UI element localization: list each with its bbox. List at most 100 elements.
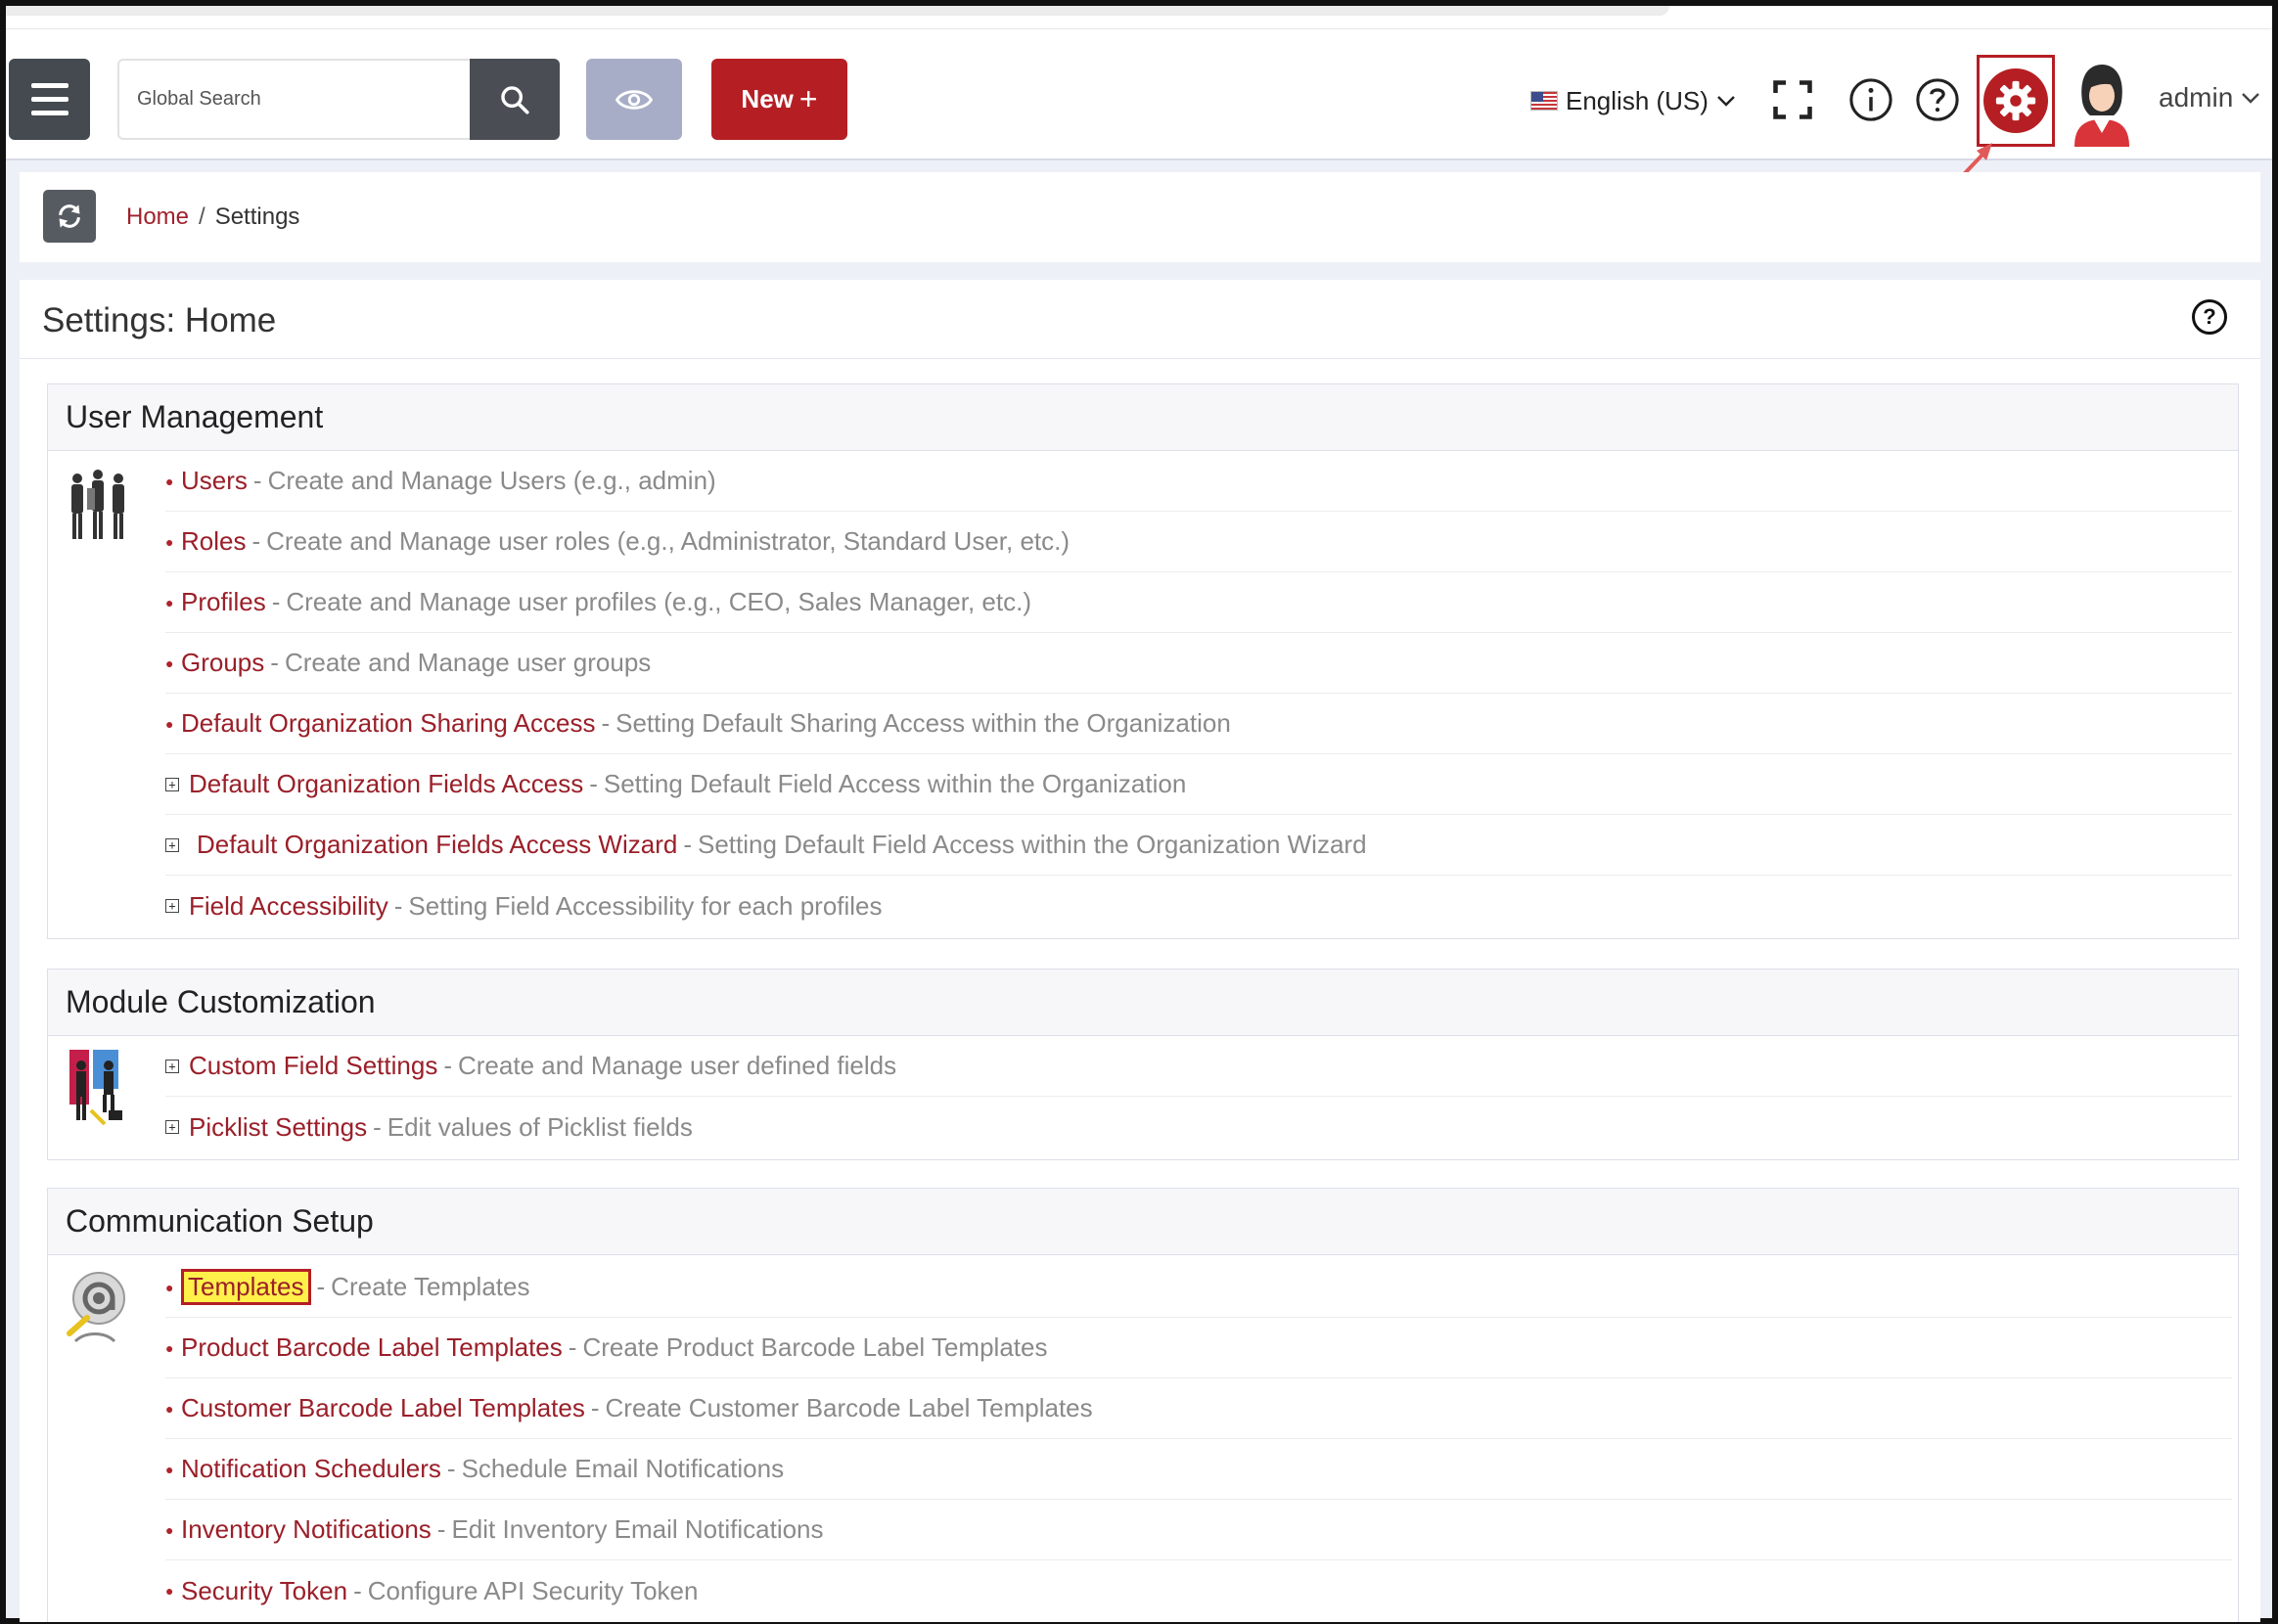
list-item: + Custom Field Settings - Create and Man… bbox=[165, 1036, 2232, 1097]
list-item: + Default Organization Fields Access - S… bbox=[165, 754, 2232, 815]
expand-icon[interactable]: + bbox=[165, 777, 179, 791]
section-title: Module Customization bbox=[48, 970, 2238, 1036]
dash: - bbox=[353, 1575, 362, 1605]
bullet-icon: ● bbox=[165, 654, 174, 671]
bullet-icon: ● bbox=[165, 1583, 174, 1599]
item-description: Setting Default Field Access within the … bbox=[697, 830, 1367, 859]
list-item: ● Security Token - Configure API Securit… bbox=[165, 1560, 2232, 1621]
item-description: Create Product Barcode Label Templates bbox=[582, 1332, 1048, 1362]
customer-barcode-templates-link[interactable]: Customer Barcode Label Templates bbox=[181, 1393, 585, 1423]
groups-link[interactable]: Groups bbox=[181, 648, 264, 678]
security-token-link[interactable]: Security Token bbox=[181, 1576, 347, 1606]
custom-field-settings-link[interactable]: Custom Field Settings bbox=[189, 1051, 437, 1081]
breadcrumb-separator: / bbox=[199, 203, 205, 230]
item-description: Create and Manage user defined fields bbox=[458, 1051, 897, 1080]
dash: - bbox=[436, 1514, 446, 1544]
roles-link[interactable]: Roles bbox=[181, 526, 246, 557]
item-description: Edit Inventory Email Notifications bbox=[451, 1514, 824, 1544]
plus-icon: + bbox=[798, 81, 818, 116]
expand-icon[interactable]: + bbox=[165, 899, 179, 913]
hamburger-menu-button[interactable] bbox=[9, 59, 90, 140]
preview-button[interactable] bbox=[586, 59, 682, 140]
dash: - bbox=[271, 587, 281, 616]
item-description: Create Customer Barcode Label Templates bbox=[605, 1393, 1093, 1422]
list-item: ● Default Organization Sharing Access - … bbox=[165, 694, 2232, 754]
expand-icon[interactable]: + bbox=[165, 837, 179, 852]
fullscreen-button[interactable] bbox=[1769, 76, 1816, 123]
list-item: ● Groups - Create and Manage user groups bbox=[165, 633, 2232, 694]
refresh-button[interactable] bbox=[43, 190, 96, 243]
item-description: Create and Manage user profiles (e.g., C… bbox=[286, 587, 1031, 616]
dash: - bbox=[589, 769, 598, 798]
settings-panel: Settings: Home ? User Management ● Users… bbox=[20, 280, 2260, 1622]
section-module-customization: Module Customization + Custom Field Sett… bbox=[47, 969, 2239, 1160]
avatar-icon bbox=[2074, 65, 2129, 147]
list-item: ● Product Barcode Label Templates - Crea… bbox=[165, 1318, 2232, 1378]
item-description: Create and Manage user groups bbox=[284, 648, 652, 677]
inventory-notifications-link[interactable]: Inventory Notifications bbox=[181, 1514, 432, 1545]
page-help-icon[interactable]: ? bbox=[2192, 299, 2227, 335]
profiles-link[interactable]: Profiles bbox=[181, 587, 266, 617]
product-barcode-templates-link[interactable]: Product Barcode Label Templates bbox=[181, 1332, 563, 1363]
bullet-icon: ● bbox=[165, 1461, 174, 1477]
new-button[interactable]: New + bbox=[711, 59, 847, 140]
sharing-access-link[interactable]: Default Organization Sharing Access bbox=[181, 708, 595, 739]
settings-button-highlight[interactable] bbox=[1977, 55, 2055, 147]
bullet-icon: ● bbox=[165, 1339, 174, 1356]
user-menu[interactable]: admin bbox=[2159, 82, 2260, 113]
page-title: Settings: Home bbox=[42, 301, 277, 339]
settings-button[interactable] bbox=[1983, 68, 2048, 133]
list-item: + Field Accessibility - Setting Field Ac… bbox=[165, 876, 2232, 936]
list-item: ● Users - Create and Manage Users (e.g.,… bbox=[165, 451, 2232, 512]
search-icon bbox=[501, 85, 529, 114]
dash: - bbox=[683, 830, 692, 859]
picklist-settings-link[interactable]: Picklist Settings bbox=[189, 1112, 367, 1143]
communication-icon bbox=[67, 1272, 125, 1343]
help-button[interactable] bbox=[1914, 76, 1961, 123]
notification-schedulers-link[interactable]: Notification Schedulers bbox=[181, 1454, 441, 1484]
fullscreen-icon bbox=[1773, 80, 1812, 119]
expand-icon[interactable]: + bbox=[165, 1120, 179, 1134]
module-customization-icon bbox=[69, 1050, 122, 1126]
dash: - bbox=[252, 466, 262, 495]
search-button[interactable] bbox=[470, 59, 560, 140]
users-link[interactable]: Users bbox=[181, 466, 248, 496]
item-description: Create and Manage user roles (e.g., Admi… bbox=[266, 526, 1071, 556]
dash: - bbox=[590, 1393, 600, 1422]
bullet-icon: ● bbox=[165, 473, 174, 489]
user-name: admin bbox=[2159, 82, 2234, 113]
field-accessibility-link[interactable]: Field Accessibility bbox=[189, 891, 388, 922]
fields-access-wizard-link[interactable]: Default Organization Fields Access Wizar… bbox=[197, 830, 677, 860]
language-selector[interactable]: English (US) bbox=[1530, 84, 1736, 117]
dash: - bbox=[373, 1111, 382, 1142]
templates-link[interactable]: Templates bbox=[181, 1269, 311, 1305]
users-group-icon bbox=[71, 470, 124, 539]
refresh-icon bbox=[59, 204, 80, 228]
user-avatar[interactable] bbox=[2069, 63, 2135, 147]
chevron-down-icon bbox=[1717, 96, 1735, 107]
list-item: ● Inventory Notifications - Edit Invento… bbox=[165, 1500, 2232, 1560]
bullet-icon: ● bbox=[165, 594, 174, 610]
list-item: ● Roles - Create and Manage user roles (… bbox=[165, 512, 2232, 572]
global-search-input[interactable] bbox=[119, 61, 468, 138]
info-button[interactable] bbox=[1847, 76, 1894, 123]
dash: - bbox=[251, 526, 261, 556]
list-item: + Picklist Settings - Edit values of Pic… bbox=[165, 1097, 2232, 1157]
language-label: English (US) bbox=[1566, 85, 1708, 115]
us-flag-icon bbox=[1530, 91, 1558, 111]
expand-icon[interactable]: + bbox=[165, 1059, 179, 1073]
dash: - bbox=[601, 708, 611, 738]
hamburger-icon-bar bbox=[30, 83, 68, 88]
item-description: Schedule Email Notifications bbox=[461, 1454, 785, 1483]
bullet-icon: ● bbox=[165, 1279, 174, 1295]
item-description: Setting Default Field Access within the … bbox=[603, 769, 1187, 798]
breadcrumb-current: Settings bbox=[214, 203, 300, 230]
fields-access-link[interactable]: Default Organization Fields Access bbox=[189, 769, 583, 799]
item-description: Create Templates bbox=[331, 1272, 530, 1301]
bullet-icon: ● bbox=[165, 533, 174, 550]
new-button-label: New bbox=[741, 84, 794, 113]
item-description: Setting Default Sharing Access within th… bbox=[615, 708, 1231, 738]
breadcrumb-home-link[interactable]: Home bbox=[126, 203, 189, 231]
section-title: Communication Setup bbox=[48, 1189, 2238, 1255]
list-item: ● Profiles - Create and Manage user prof… bbox=[165, 572, 2232, 633]
